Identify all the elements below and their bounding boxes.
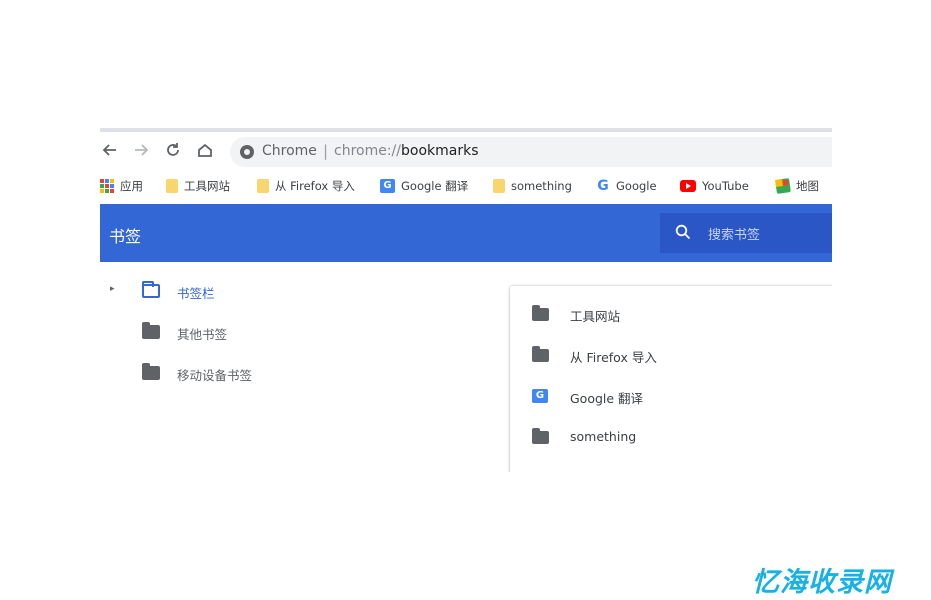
home-button[interactable] xyxy=(195,141,215,161)
bookmark-tools-folder[interactable]: 工具网站 xyxy=(166,177,230,195)
bookmarks-header: 书签 搜索书签 xyxy=(100,204,832,262)
bookmarks-bar: 应用 工具网站 从 Firefox 导入 G Google 翻译 somethi… xyxy=(100,170,832,202)
bookmark-label: 工具网站 xyxy=(184,179,230,193)
folder-icon xyxy=(532,428,549,444)
list-item[interactable]: G Google 翻译 xyxy=(510,376,832,416)
expand-arrow-icon[interactable]: ▸ xyxy=(110,284,115,294)
folder-open-icon xyxy=(142,281,160,298)
sidebar-item-label: 其他书签 xyxy=(177,327,228,342)
folder-icon xyxy=(166,179,178,193)
omnibox-separator: | xyxy=(323,142,329,160)
search-placeholder: 搜索书签 xyxy=(708,228,761,243)
bookmark-google-translate[interactable]: G Google 翻译 xyxy=(380,177,468,195)
bookmark-label: 应用 xyxy=(120,179,143,193)
home-icon xyxy=(198,143,212,157)
search-icon xyxy=(675,224,691,240)
omnibox-url[interactable]: chrome://bookmarks xyxy=(334,143,479,159)
list-item-label: something xyxy=(570,429,637,444)
bookmark-label: something xyxy=(511,179,572,193)
maps-icon xyxy=(775,178,791,194)
list-item[interactable]: 从 Firefox 导入 xyxy=(510,335,832,375)
bookmark-something-folder[interactable]: something xyxy=(493,177,572,195)
bookmark-list-card: 工具网站 从 Firefox 导入 G Google 翻译 something xyxy=(510,286,832,472)
page-title: 书签 xyxy=(109,227,142,246)
arrow-right-icon xyxy=(135,144,149,156)
list-item[interactable]: something xyxy=(510,417,832,457)
browser-window: Chrome | chrome://bookmarks 应用 工具网站 从 Fi… xyxy=(100,128,832,472)
forward-button[interactable] xyxy=(131,141,151,161)
bookmark-label: 从 Firefox 导入 xyxy=(275,179,355,193)
bookmark-maps[interactable]: 地图 xyxy=(775,177,819,195)
address-bar[interactable]: Chrome | chrome://bookmarks xyxy=(230,137,832,167)
folder-icon xyxy=(493,179,505,193)
list-item[interactable]: 工具网站 xyxy=(510,294,832,334)
folder-icon xyxy=(532,346,549,362)
url-path: bookmarks xyxy=(401,143,479,159)
bookmark-label: Google xyxy=(616,179,657,193)
bookmark-google[interactable]: G Google xyxy=(596,177,657,195)
list-item-label: 工具网站 xyxy=(570,309,621,324)
watermark-logo: 忆海收录网 xyxy=(752,567,892,598)
google-icon: G xyxy=(597,178,609,194)
omnibox-site-label: Chrome xyxy=(262,143,317,159)
chrome-page-icon xyxy=(240,145,254,159)
bookmark-youtube[interactable]: YouTube xyxy=(680,177,749,195)
google-translate-icon: G xyxy=(532,389,548,403)
url-scheme: chrome:// xyxy=(334,143,401,159)
browser-toolbar: Chrome | chrome://bookmarks xyxy=(100,132,832,170)
folder-icon xyxy=(142,322,160,339)
list-item-label: Google 翻译 xyxy=(570,391,644,406)
sidebar-item-mobile-bookmarks[interactable]: 移动设备书签 xyxy=(100,358,350,388)
bookmark-firefox-import-folder[interactable]: 从 Firefox 导入 xyxy=(257,177,355,195)
reload-icon xyxy=(167,143,179,156)
google-translate-icon: G xyxy=(380,179,395,193)
arrow-left-icon xyxy=(102,144,116,156)
sidebar-item-other-bookmarks[interactable]: 其他书签 xyxy=(100,317,350,347)
sidebar-item-label: 书签栏 xyxy=(177,286,215,301)
sidebar-item-bookmarks-bar[interactable]: ▸ 书签栏 xyxy=(100,276,350,306)
apps-grid-icon xyxy=(100,179,114,193)
bookmark-search-input[interactable]: 搜索书签 xyxy=(660,213,832,253)
reload-button[interactable] xyxy=(163,141,183,161)
bookmark-label: Google 翻译 xyxy=(401,179,469,193)
folder-icon xyxy=(532,305,549,321)
list-item-label: 从 Firefox 导入 xyxy=(570,350,657,365)
folder-icon xyxy=(257,179,269,193)
bookmark-apps[interactable]: 应用 xyxy=(100,177,143,195)
bookmark-label: 地图 xyxy=(796,179,819,193)
youtube-icon xyxy=(680,180,696,192)
folder-icon xyxy=(142,363,160,380)
sidebar-item-label: 移动设备书签 xyxy=(177,368,253,383)
bookmark-label: YouTube xyxy=(702,179,749,193)
back-button[interactable] xyxy=(100,141,120,161)
